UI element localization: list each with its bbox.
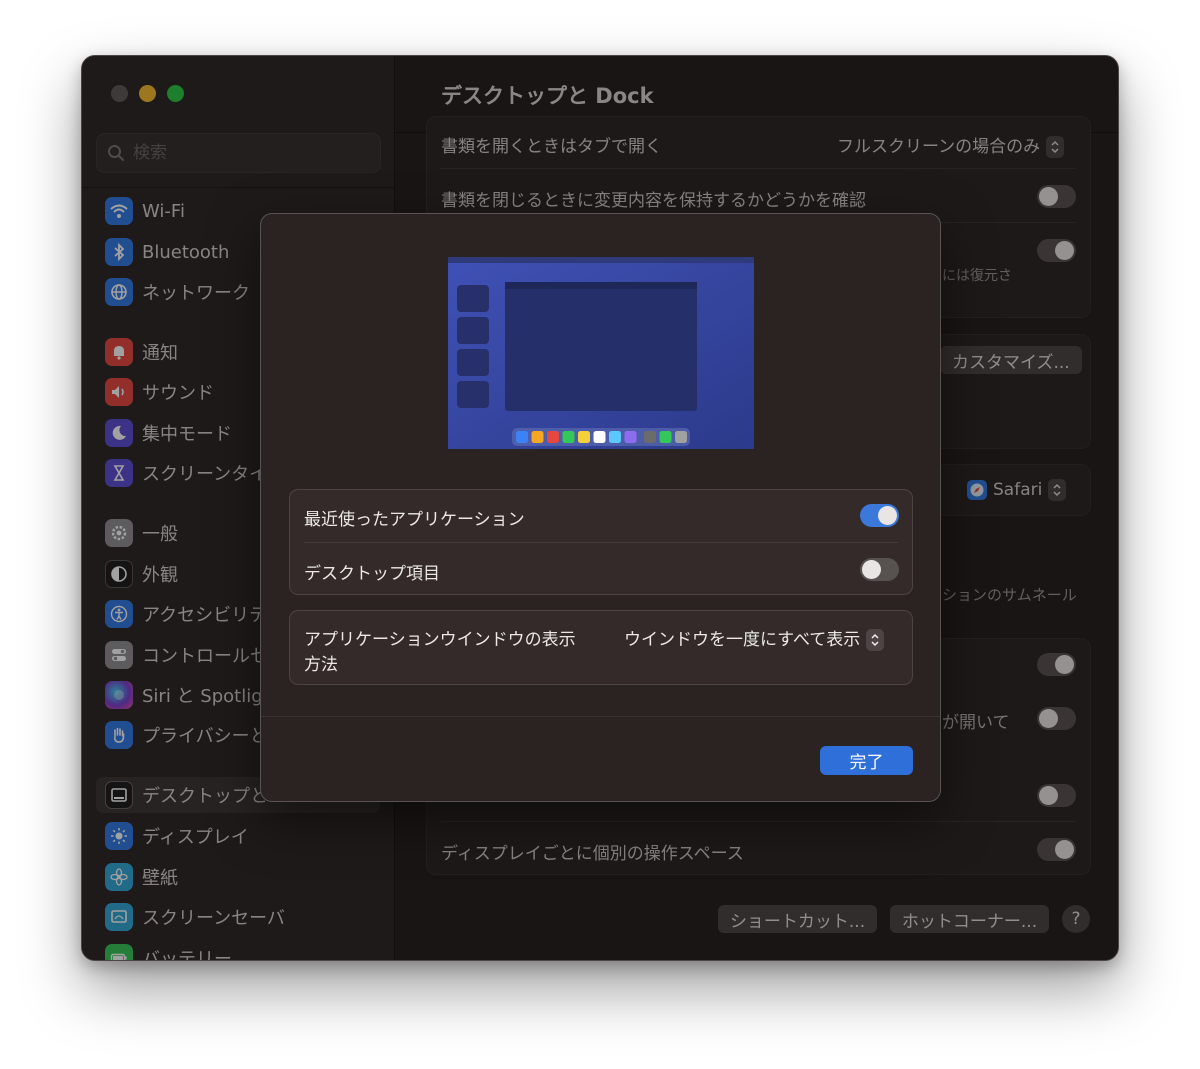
window-display-label-line1: アプリケーションウインドウの表示 xyxy=(304,630,576,650)
window-display-select[interactable]: ウインドウを一度にすべて表示 xyxy=(624,625,885,651)
dock-preview-app-icon xyxy=(562,431,575,443)
dock-preview-app-icon xyxy=(644,431,656,443)
row-divider xyxy=(304,542,898,543)
desktop-items-label: デスクトップ項目 xyxy=(304,564,440,584)
dock-preview-app-icon xyxy=(593,431,606,443)
sheet-divider xyxy=(261,716,940,717)
done-button[interactable]: 完了 xyxy=(820,746,913,775)
dock-preview-app-icon xyxy=(516,431,528,443)
stage-manager-sheet: 最近使ったアプリケーション デスクトップ項目 アプリケーションウインドウの表示 … xyxy=(260,213,941,802)
chevron-updown-icon xyxy=(866,629,885,651)
dock-preview-app-icon xyxy=(609,431,621,443)
desktop-items-toggle[interactable] xyxy=(860,558,899,581)
window-display-label-line2: 方法 xyxy=(304,655,338,675)
dock-preview-app-icon xyxy=(547,431,559,443)
stage-manager-preview xyxy=(448,257,754,449)
recent-apps-label: 最近使ったアプリケーション xyxy=(304,510,525,530)
dock-preview-app-icon xyxy=(675,431,687,443)
dock-preview-app-icon xyxy=(531,431,544,443)
dock-preview-app-icon xyxy=(624,431,637,443)
dock-preview-app-icon xyxy=(659,431,672,443)
recent-apps-toggle[interactable] xyxy=(860,504,899,527)
window-display-value: ウインドウを一度にすべて表示 xyxy=(624,630,861,650)
dock-preview-app-icon xyxy=(578,431,590,443)
